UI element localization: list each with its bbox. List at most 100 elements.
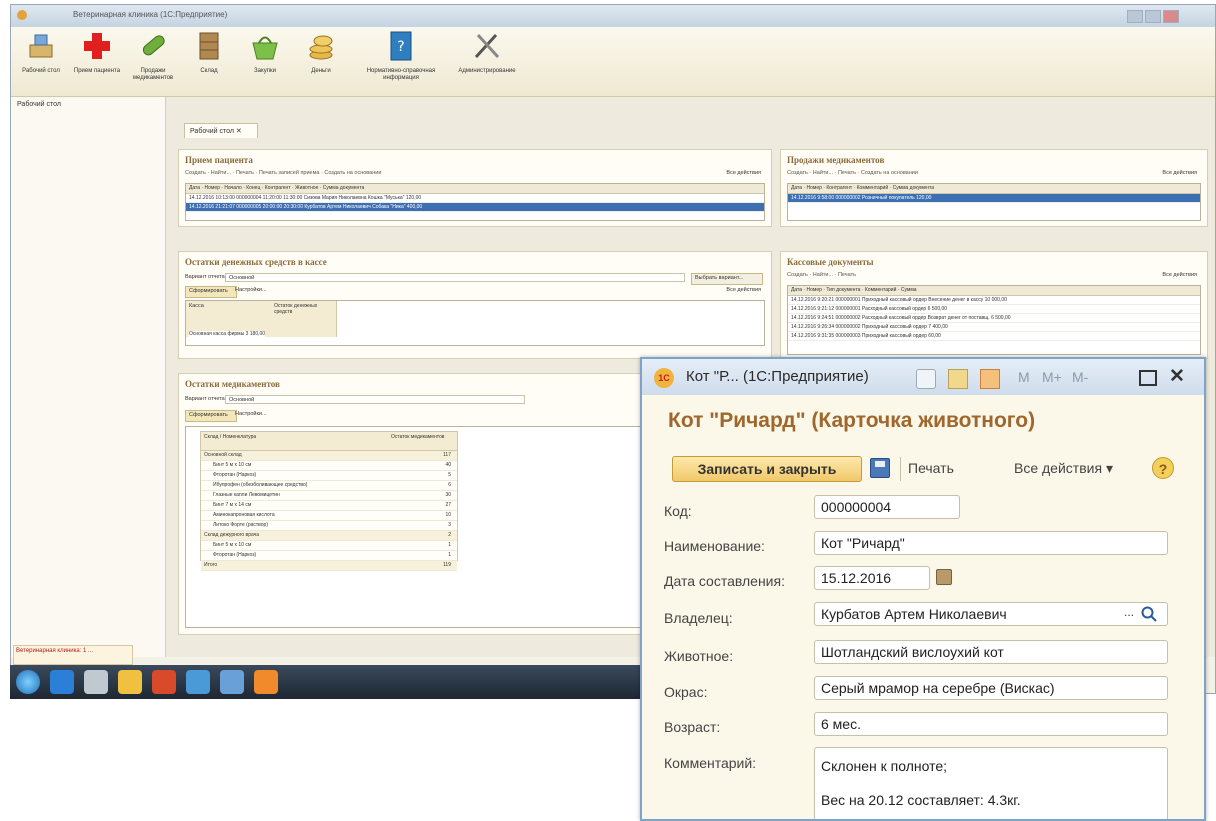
table-row[interactable]: Основная касса фирмы 3 180,00 — [189, 331, 266, 337]
desk-icon — [29, 34, 53, 58]
panel-sales: Продажи медикаментов Создать · Найти... … — [780, 149, 1208, 227]
dialog-heading: Кот "Ричард" (Карточка животного) — [668, 409, 1036, 432]
save-and-close-button[interactable]: Записать и закрыть — [672, 456, 862, 482]
table-row[interactable]: Глазные капли Левомицетин 30 — [201, 491, 457, 501]
name-field[interactable]: Кот "Ричард" — [814, 531, 1168, 555]
table-row[interactable]: 14.12.2016 9:58:00 000000002 Розничный п… — [788, 194, 1200, 203]
table-row[interactable]: Итого 119 — [201, 561, 457, 571]
table-row[interactable]: 14.12.2016 9:20:21 000000001 Приходный к… — [788, 296, 1200, 305]
cash-variant-field[interactable]: Основной — [225, 273, 685, 282]
table-row[interactable]: Бинт 7 м x 14 см 27 — [201, 501, 457, 511]
table-row[interactable]: 14.12.2016 10:13:00 000000004 11:20:00 1… — [186, 194, 764, 203]
table-row[interactable]: 14.12.2016 9:31:35 000000003 Приходный к… — [788, 332, 1200, 341]
onec-taskbar-icon[interactable] — [254, 670, 278, 694]
toolbar-warehouse[interactable]: Склад — [181, 29, 237, 75]
owner-label: Владелец: — [664, 610, 733, 626]
stock-variant-label: Вариант отчета: — [185, 396, 227, 402]
notification-popup[interactable]: Ветеринарная клиника: 1 ... — [13, 645, 133, 665]
stock-settings-link[interactable]: Настройки... — [235, 411, 267, 417]
close-icon[interactable]: ✕ — [1169, 365, 1185, 388]
all-actions-menu[interactable]: Все действия ▾ — [1014, 460, 1113, 477]
chrome-icon[interactable] — [186, 670, 210, 694]
start-icon[interactable] — [16, 670, 40, 694]
coins-icon — [309, 35, 333, 60]
cash-report: Касса Остаток денежных средств Основная … — [185, 300, 765, 346]
toolbar-money[interactable]: Деньги — [293, 29, 349, 75]
panel-reception: Прием пациента Создать · Найти... · Печа… — [178, 149, 772, 227]
print-button[interactable]: Печать — [908, 460, 954, 476]
date-field[interactable]: 15.12.2016 — [814, 566, 930, 590]
table-row[interactable]: 14.12.2016 9:26:34 000000002 Приходный к… — [788, 323, 1200, 332]
toolbar-reception[interactable]: Прием пациента — [69, 29, 125, 75]
table-row[interactable]: Бинт 5 м x 10 см 1 — [201, 541, 457, 551]
choose-variant-button[interactable]: Выбрать вариант... — [691, 273, 763, 285]
calendar-picker-icon[interactable] — [936, 569, 952, 585]
help-icon[interactable]: ? — [1152, 457, 1174, 479]
toolbar-admin[interactable]: Администрирование — [447, 29, 527, 75]
age-label: Возраст: — [664, 719, 721, 735]
dialog-title: Кот "Р... (1С:Предприятие) — [686, 368, 869, 385]
comment-textarea[interactable]: Склонен к полноте; Вес на 20.12 составля… — [814, 747, 1168, 819]
close-button[interactable] — [1163, 10, 1179, 23]
owner-field[interactable]: Курбатов Артем Николаевич — [814, 602, 1168, 626]
app-window-icon[interactable] — [220, 670, 244, 694]
home-icon[interactable] — [916, 369, 936, 389]
folder-icon[interactable] — [118, 670, 142, 694]
table-row[interactable]: 14.12.2016 9:24:51 000000002 Расходный к… — [788, 314, 1200, 323]
save-icon[interactable] — [870, 458, 890, 478]
choose-button[interactable]: ... — [1120, 605, 1138, 623]
left-navigation-pane: Рабочий стол — [11, 97, 166, 657]
minimize-button[interactable] — [1127, 10, 1143, 23]
panel-sales-toolbar[interactable]: Создать · Найти... · Печать · Создать на… — [787, 170, 1201, 180]
panel-reception-title: Прием пациента — [185, 155, 253, 165]
table-row[interactable]: Аминокапроновая кислота 10 — [201, 511, 457, 521]
calendar-icon[interactable] — [980, 369, 1000, 389]
dialog-titlebar: 1C Кот "Р... (1С:Предприятие) M M+ M- ✕ — [642, 359, 1204, 395]
basket-icon — [252, 36, 278, 60]
memory-plus-button[interactable]: M+ — [1042, 369, 1062, 385]
stock-form-button[interactable]: Сформировать — [185, 410, 237, 422]
cashdocs-all-actions[interactable]: Все действия — [1162, 272, 1197, 278]
cash-form-button[interactable]: Сформировать — [185, 286, 237, 298]
left-pane-title: Рабочий стол — [17, 101, 61, 108]
toolbar-purchases[interactable]: Закупки — [237, 29, 293, 75]
search-icon[interactable] — [1140, 605, 1158, 623]
cash-settings-link[interactable]: Настройки... — [235, 287, 267, 293]
ie-browser-icon[interactable] — [50, 670, 74, 694]
table-row[interactable]: Литоко Форте (раствор) 3 — [201, 521, 457, 531]
table-row[interactable]: Фторотан (Наркоз) 5 — [201, 471, 457, 481]
toolbar-sales[interactable]: Продажи медикаментов — [125, 29, 181, 82]
calculator-icon[interactable] — [948, 369, 968, 389]
table-row[interactable]: Основной склад 117 — [201, 451, 457, 461]
comment-label: Комментарий: — [664, 755, 757, 771]
table-row[interactable]: Ибупрофен (обезболивающее средство) 6 — [201, 481, 457, 491]
sales-all-actions[interactable]: Все действия — [1162, 170, 1197, 176]
animal-field[interactable]: Шотландский вислоухий кот — [814, 640, 1168, 664]
code-field[interactable]: 000000004 — [814, 495, 960, 519]
main-window-title: Ветеринарная клиника (1С:Предприятие) — [73, 10, 228, 19]
reception-all-actions[interactable]: Все действия — [726, 170, 761, 176]
color-field[interactable]: Серый мрамор на серебре (Вискас) — [814, 676, 1168, 700]
explorer-icon[interactable] — [84, 670, 108, 694]
maximize-button[interactable] — [1145, 10, 1161, 23]
table-row[interactable]: Бинт 5 м x 10 см 40 — [201, 461, 457, 471]
panel-cashdocs-toolbar[interactable]: Создать · Найти... · Печать — [787, 272, 1201, 282]
toolbar-divider — [900, 457, 901, 481]
toolbar-reference[interactable]: ? Нормативно-справочная информация — [361, 29, 441, 82]
tab-desktop[interactable]: Рабочий стол ✕ — [184, 123, 258, 138]
animal-card-dialog: 1C Кот "Р... (1С:Предприятие) M M+ M- ✕ … — [640, 357, 1206, 821]
toolbar-desk[interactable]: Рабочий стол — [13, 29, 69, 75]
table-row[interactable]: Фторотан (Наркоз) 1 — [201, 551, 457, 561]
memory-minus-button[interactable]: M- — [1072, 369, 1088, 385]
age-field[interactable]: 6 мес. — [814, 712, 1168, 736]
table-row[interactable]: 14.12.2016 21:21:07 000000005 20:00:00 2… — [186, 203, 764, 212]
cash-all-actions[interactable]: Все действия — [726, 287, 761, 293]
media-player-icon[interactable] — [152, 670, 176, 694]
table-row[interactable]: Склад дежурного врача 2 — [201, 531, 457, 541]
panel-reception-toolbar[interactable]: Создать · Найти... · Печать · Печать зап… — [185, 170, 765, 180]
memory-m-button[interactable]: M — [1018, 369, 1030, 385]
stock-variant-field[interactable]: Основной — [225, 395, 525, 404]
table-row[interactable]: 14.12.2016 9:21:12 000000001 Расходный к… — [788, 305, 1200, 314]
maximize-icon[interactable] — [1139, 370, 1157, 386]
panel-stock-title: Остатки медикаментов — [185, 379, 280, 389]
